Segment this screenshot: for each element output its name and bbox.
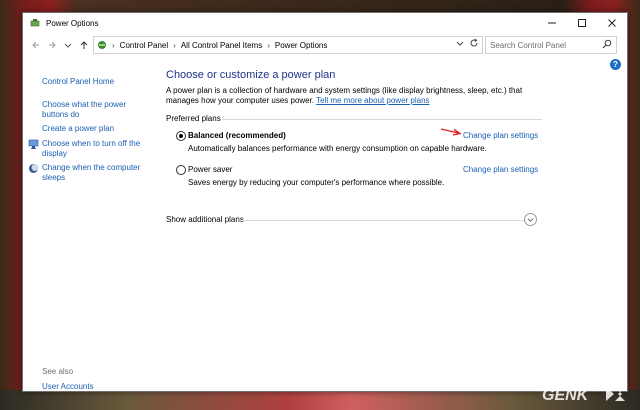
- genk-watermark: GENK: [540, 384, 632, 404]
- sidebar-item-create-plan[interactable]: Create a power plan: [42, 124, 142, 134]
- plan-balanced-name[interactable]: Balanced (recommended): [188, 131, 286, 140]
- back-button[interactable]: [29, 38, 43, 52]
- chevron-down-icon: [527, 218, 534, 222]
- monitor-icon: [28, 139, 39, 149]
- breadcrumb-power-options[interactable]: Power Options: [275, 41, 327, 50]
- red-arrow-annotation: [440, 128, 462, 136]
- breadcrumb-control-panel[interactable]: Control Panel: [120, 41, 168, 50]
- balanced-change-plan-settings-link[interactable]: Change plan settings: [463, 131, 538, 140]
- breadcrumb-separator: ›: [173, 40, 176, 50]
- plan-power-saver-name[interactable]: Power saver: [188, 165, 232, 174]
- sidebar-item-computer-sleeps[interactable]: Change when the computer sleeps: [42, 163, 142, 183]
- power-options-window: Power Options › Control Panel › All Cont…: [22, 12, 628, 392]
- title-bar: Power Options: [23, 13, 627, 33]
- plan-power-saver-description: Saves energy by reducing your computer's…: [188, 178, 445, 187]
- minimize-icon: [548, 22, 556, 24]
- chevron-down-icon: [456, 41, 464, 46]
- arrow-left-icon: [32, 41, 39, 49]
- plan-power-saver-radio[interactable]: [176, 165, 186, 175]
- see-also-label: See also: [42, 367, 74, 376]
- svg-text:GENK: GENK: [542, 387, 590, 404]
- minimize-button[interactable]: [537, 13, 567, 33]
- sidebar-item-user-accounts[interactable]: User Accounts: [42, 382, 94, 391]
- search-input[interactable]: [490, 40, 598, 50]
- control-panel-icon: [98, 41, 106, 49]
- sidebar-item-power-buttons[interactable]: Choose what the power buttons do: [42, 100, 142, 120]
- arrow-right-icon: [49, 41, 56, 49]
- intro-text: A power plan is a collection of hardware…: [166, 86, 541, 106]
- plan-balanced-description: Automatically balances performance with …: [188, 144, 487, 153]
- window-title: Power Options: [46, 18, 99, 28]
- plan-balanced-radio[interactable]: [176, 131, 186, 141]
- preferred-plans-label: Preferred plans: [166, 114, 221, 123]
- chevron-down-icon: [64, 43, 72, 48]
- expand-additional-plans-button[interactable]: [524, 213, 537, 226]
- address-dropdown-button[interactable]: [456, 39, 464, 49]
- divider: [242, 220, 524, 221]
- refresh-button[interactable]: [469, 38, 479, 50]
- genk-logo-icon: GENK: [542, 387, 625, 404]
- sidebar-control-panel-home[interactable]: Control Panel Home: [42, 77, 142, 87]
- maximize-icon: [578, 19, 586, 27]
- forward-button[interactable]: [45, 38, 59, 52]
- address-bar[interactable]: › Control Panel › All Control Panel Item…: [93, 36, 483, 54]
- main-content: Choose or customize a power plan A power…: [166, 57, 627, 391]
- divider: [222, 119, 542, 120]
- breadcrumb-separator: ›: [267, 40, 270, 50]
- up-button[interactable]: [77, 38, 91, 52]
- power-options-app-icon: [30, 19, 40, 27]
- search-box[interactable]: [485, 36, 617, 54]
- refresh-icon: [470, 38, 478, 47]
- recent-locations-button[interactable]: [61, 38, 75, 52]
- close-button[interactable]: [597, 13, 627, 33]
- power-plans-help-link[interactable]: Tell me more about power plans: [316, 96, 429, 105]
- power-saver-change-plan-settings-link[interactable]: Change plan settings: [463, 165, 538, 174]
- breadcrumb-all-items[interactable]: All Control Panel Items: [181, 41, 262, 50]
- close-icon: [608, 19, 616, 27]
- sidebar-item-turn-off-display[interactable]: Choose when to turn off the display: [42, 139, 142, 159]
- show-additional-plans-label[interactable]: Show additional plans: [166, 215, 244, 224]
- maximize-button[interactable]: [567, 13, 597, 33]
- moon-icon: [29, 164, 39, 173]
- navigation-bar: › Control Panel › All Control Panel Item…: [23, 33, 627, 57]
- arrow-up-icon: [80, 41, 88, 49]
- page-title: Choose or customize a power plan: [166, 69, 336, 81]
- sidebar: Control Panel Home Choose what the power…: [23, 57, 149, 391]
- search-icon[interactable]: [602, 39, 612, 49]
- breadcrumb-separator: ›: [112, 40, 115, 50]
